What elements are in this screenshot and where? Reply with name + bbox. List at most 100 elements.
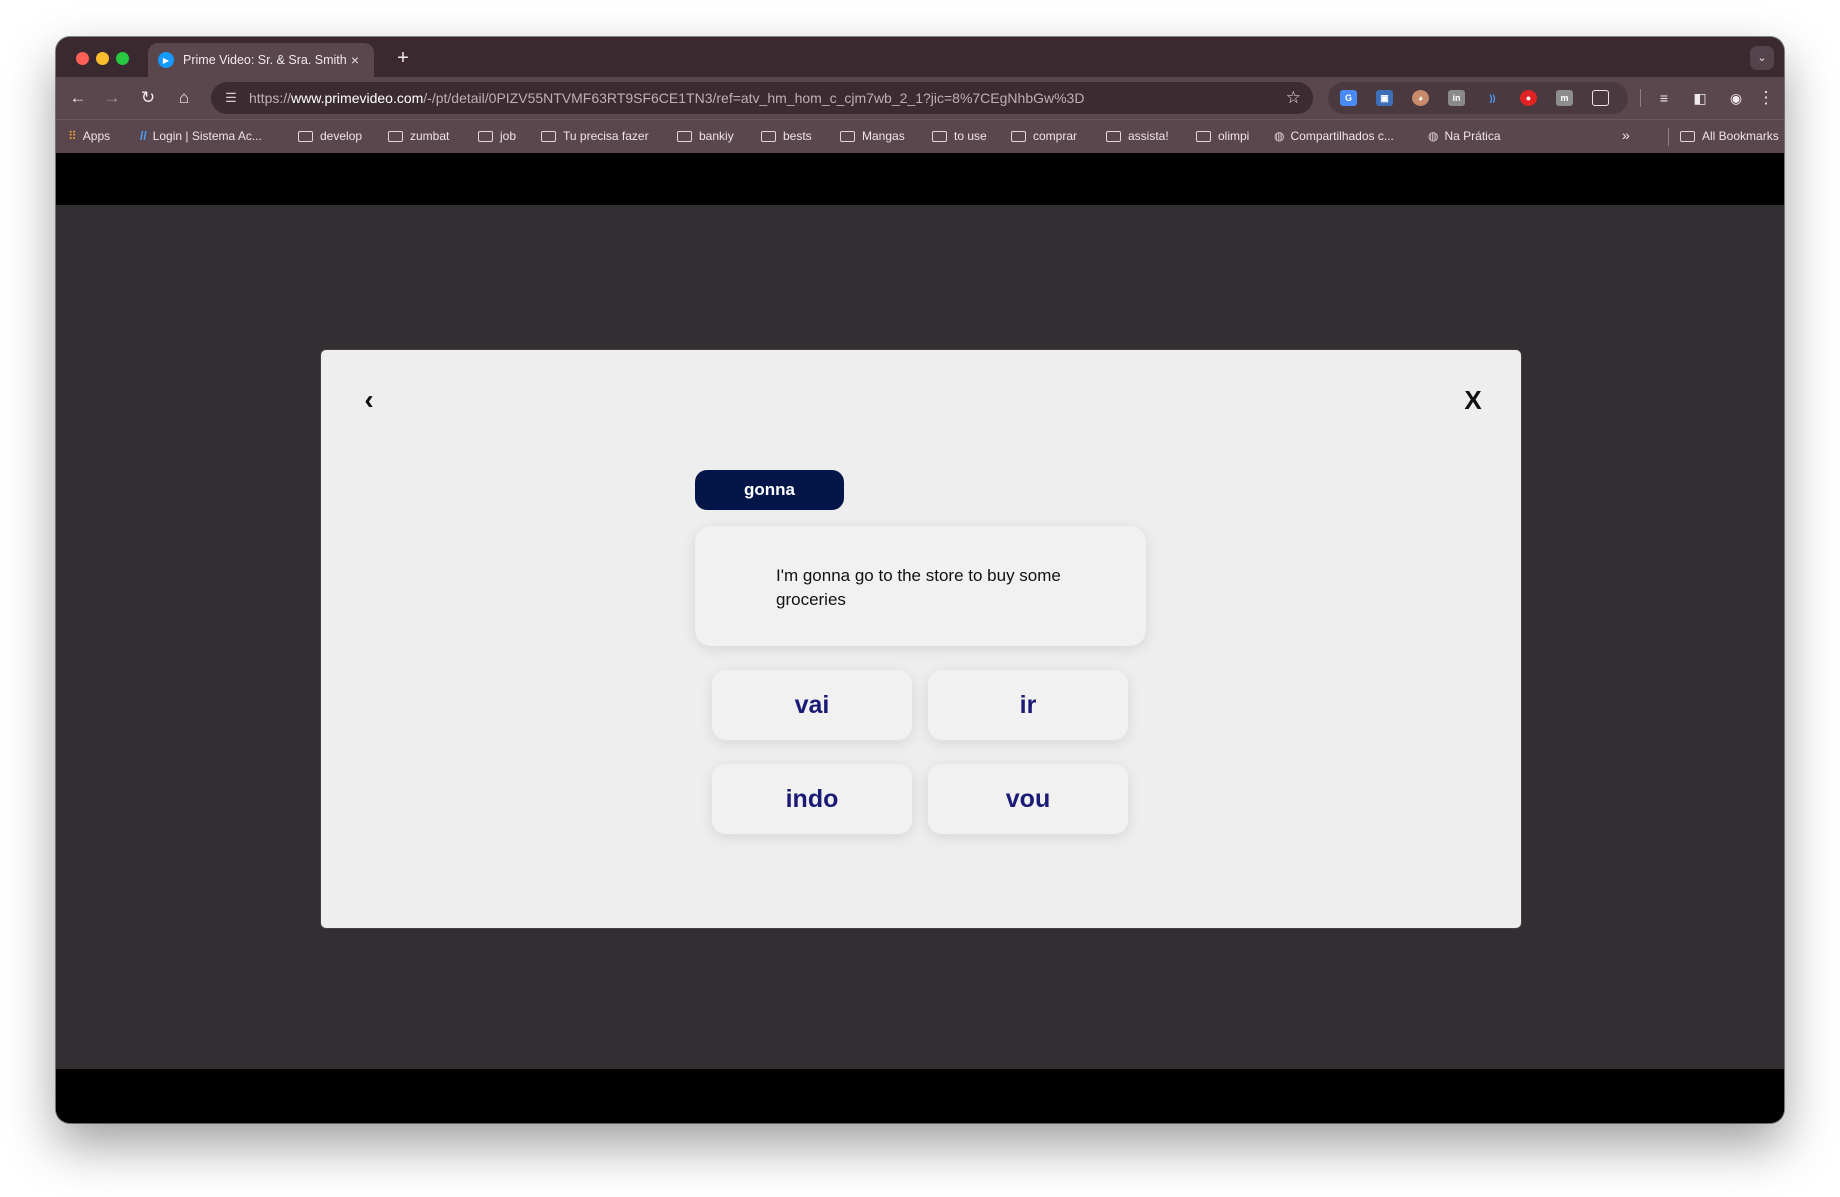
folder-icon [1680, 130, 1695, 142]
bookmark-label: Compartilhados c... [1290, 129, 1394, 143]
side-panel-icon[interactable]: ◧ [1686, 84, 1714, 112]
slash-favicon-icon: // [140, 129, 147, 143]
tab-close-icon[interactable]: × [346, 52, 364, 68]
answer-option-ir[interactable]: ir [928, 670, 1128, 740]
browser-window: ▶ Prime Video: Sr. & Sra. Smith × + ⌄ ← … [56, 37, 1784, 1123]
bookmark-label: zumbat [410, 129, 450, 143]
page-content: ‹ X gonna I'm gonna go to the store to b… [56, 153, 1784, 1123]
puzzle-extensions-icon[interactable] [1592, 90, 1609, 106]
answer-option-indo[interactable]: indo [712, 764, 912, 834]
bookmark-label: job [500, 129, 517, 143]
close-window-button[interactable] [76, 52, 89, 65]
folder-icon [541, 130, 556, 142]
extensions-group: G ▣ ◕ in )) ● m [1328, 82, 1628, 114]
folder-icon [840, 130, 855, 142]
tab-search-button[interactable]: ⌄ [1750, 46, 1774, 70]
bookmark-label: Tu precisa fazer [563, 129, 649, 143]
bookmark-label: Login | Sistema Ac... [152, 129, 262, 143]
folder-icon [388, 130, 403, 142]
tab-prime-video[interactable]: ▶ Prime Video: Sr. & Sra. Smith × [148, 43, 374, 77]
globe-icon: ◍ [1428, 129, 1439, 143]
reload-button[interactable]: ↻ [134, 84, 162, 112]
folder-icon [1106, 130, 1121, 142]
maximize-window-button[interactable] [116, 52, 129, 65]
bookmark-login[interactable]: // Login | Sistema Ac... [140, 129, 262, 143]
bookmark-folder-bests[interactable]: bests [761, 129, 812, 143]
back-chevron-icon[interactable]: ‹ [355, 386, 383, 414]
bookmark-label: to use [954, 129, 987, 143]
screen-extension-icon[interactable]: ▣ [1376, 90, 1393, 106]
folder-icon [1011, 130, 1026, 142]
tab-strip: ▶ Prime Video: Sr. & Sra. Smith × + ⌄ [56, 37, 1784, 77]
bookmark-folder-olimpi[interactable]: olimpi [1196, 129, 1249, 143]
bookmark-label: Na Prática [1444, 129, 1501, 143]
prime-video-favicon-icon: ▶ [158, 52, 174, 68]
url-domain: www.primevideo.com [291, 90, 424, 106]
bookmark-folder-assista[interactable]: assista! [1106, 129, 1169, 143]
bookmarks-bar: ⠿ Apps // Login | Sistema Ac... develop zu… [56, 119, 1784, 153]
cat-extension-icon[interactable]: ◕ [1412, 90, 1429, 106]
bookmark-na-pratica[interactable]: ◍ Na Prática [1428, 129, 1501, 143]
example-sentence-text: I'm gonna go to the store to buy some gr… [776, 566, 1061, 609]
bookmark-folder-job[interactable]: job [478, 129, 516, 143]
linkedin-extension-icon[interactable]: in [1448, 90, 1465, 106]
bookmark-folder-bankiy[interactable]: bankiy [677, 129, 734, 143]
bookmark-label: assista! [1128, 129, 1169, 143]
example-sentence-card: I'm gonna go to the store to buy some gr… [695, 526, 1146, 646]
browser-menu-icon[interactable]: ⋮ [1752, 84, 1780, 112]
folder-icon [298, 130, 313, 142]
bookmark-label: bests [783, 129, 812, 143]
bookmark-label: olimpi [1218, 129, 1250, 143]
profile-avatar-icon[interactable]: ◉ [1722, 84, 1750, 112]
all-bookmarks-button[interactable]: All Bookmarks [1680, 129, 1779, 143]
bookmark-folder-mangas[interactable]: Mangas [840, 129, 905, 143]
bookmark-compartilhados[interactable]: ◍ Compartilhados c... [1274, 129, 1394, 143]
bookmark-label: bankiy [699, 129, 734, 143]
url-prefix: https:// [249, 90, 292, 106]
browser-toolbar: ← → ↻ ⌂ ☰ https://www.primevideo.com/-/p… [56, 77, 1784, 119]
tab-title: Prime Video: Sr. & Sra. Smith [183, 53, 346, 67]
new-tab-button[interactable]: + [390, 45, 416, 71]
minimize-window-button[interactable] [96, 52, 109, 65]
back-button[interactable]: ← [64, 84, 92, 112]
bookmark-label: develop [320, 129, 363, 143]
answer-option-vai[interactable]: vai [712, 670, 912, 740]
bookmark-label: Mangas [862, 129, 905, 143]
target-word-badge: gonna [695, 470, 844, 510]
site-settings-icon[interactable]: ☰ [221, 88, 241, 108]
bookmark-folder-tu-precisa-fazer[interactable]: Tu precisa fazer [541, 129, 649, 143]
url-text[interactable]: https://www.primevideo.com/-/pt/detail/0… [249, 90, 1084, 106]
bookmark-folder-develop[interactable]: develop [298, 129, 362, 143]
home-button[interactable]: ⌂ [170, 84, 198, 112]
folder-icon [478, 130, 493, 142]
bookmark-folder-zumbat[interactable]: zumbat [388, 129, 449, 143]
bookmark-label: comprar [1033, 129, 1078, 143]
vocabulary-quiz-modal: ‹ X gonna I'm gonna go to the store to b… [321, 350, 1521, 928]
toolbar-divider [1640, 89, 1641, 107]
video-player-area: ‹ X gonna I'm gonna go to the store to b… [56, 205, 1784, 1069]
m-extension-icon[interactable]: m [1556, 90, 1573, 106]
close-modal-button[interactable]: X [1459, 386, 1487, 414]
reading-list-icon[interactable]: ≡ [1650, 84, 1678, 112]
folder-icon [761, 130, 776, 142]
apps-grid-icon: ⠿ [68, 129, 77, 143]
bookmark-apps[interactable]: ⠿ Apps [68, 129, 110, 143]
folder-icon [677, 130, 692, 142]
url-path: /-/pt/detail/0PIZV55NTVMF63RT9SF6CE1TN3/… [423, 90, 1085, 106]
globe-icon: ◍ [1274, 129, 1285, 143]
bookmark-folder-to-use[interactable]: to use [932, 129, 987, 143]
folder-icon [1196, 130, 1211, 142]
bookmarks-overflow-button[interactable]: » [1622, 127, 1630, 143]
record-extension-icon[interactable]: ● [1520, 90, 1537, 106]
forward-button[interactable]: → [98, 84, 126, 112]
bookmark-label: Apps [82, 129, 111, 143]
bookmark-star-icon[interactable]: ☆ [1286, 87, 1301, 109]
all-bookmarks-label: All Bookmarks [1702, 129, 1779, 143]
translate-extension-icon[interactable]: G [1340, 90, 1357, 106]
bookmark-folder-comprar[interactable]: comprar [1011, 129, 1077, 143]
address-bar[interactable]: ☰ https://www.primevideo.com/-/pt/detail… [211, 82, 1313, 114]
answer-option-vou[interactable]: vou [928, 764, 1128, 834]
folder-icon [932, 130, 947, 142]
bookmarks-divider [1668, 128, 1669, 146]
wave-extension-icon[interactable]: )) [1484, 90, 1501, 106]
